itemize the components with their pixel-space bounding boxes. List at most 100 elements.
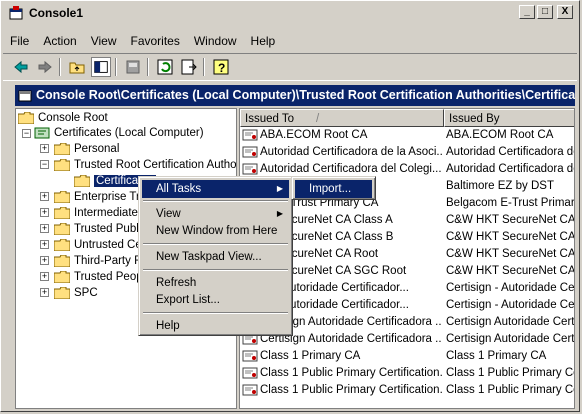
folder-icon	[54, 206, 70, 219]
folder-icon	[18, 111, 34, 124]
list-item[interactable]: Class 1 Public Primary Certification... C…	[240, 382, 575, 399]
list-item[interactable]: ABA.ECOM Root CA ABA.ECOM Root CA	[240, 127, 574, 144]
back-arrow-icon[interactable]	[11, 57, 31, 77]
menu-favorites[interactable]: Favorites	[124, 31, 187, 51]
open-folder-icon	[54, 158, 70, 171]
folder-icon	[54, 142, 70, 155]
console-root-icon	[18, 90, 32, 102]
tree-item-certificates[interactable]: Certificates (Local Computer)	[34, 125, 204, 141]
close-button[interactable]: X	[557, 5, 573, 19]
list-item[interactable]: Autoridad Certificadora de la Asoci... Au…	[240, 144, 575, 161]
window-title: Console1	[29, 6, 84, 20]
tree-item-spc[interactable]: + SPC	[40, 285, 98, 301]
tree-item-trusted-publishers[interactable]: + Trusted Publ	[40, 221, 139, 237]
path-bar: Console Root\Certificates (Local Compute…	[15, 85, 575, 106]
tree-label: Third-Party R	[74, 255, 143, 267]
issued-by-cell: Certisign Autoridade Certif	[446, 316, 575, 328]
tree-label: Untrusted Ce	[74, 239, 142, 251]
expand-toggle[interactable]: +	[40, 256, 49, 265]
show-hide-tree-icon[interactable]	[91, 57, 111, 77]
expand-toggle[interactable]: +	[40, 208, 49, 217]
menu-bar: File Action View Favorites Window Help	[3, 31, 282, 51]
menu-item-export-list[interactable]: Export List...	[142, 291, 289, 309]
menu-item-all-tasks[interactable]: All Tasks ▶	[142, 180, 289, 198]
delete-icon[interactable]	[123, 57, 143, 77]
certificate-icon	[242, 146, 258, 158]
tree-label: Intermediate	[74, 207, 138, 219]
menu-view[interactable]: View	[84, 31, 124, 51]
menu-window[interactable]: Window	[187, 31, 244, 51]
open-folder-icon	[74, 174, 90, 187]
list-item[interactable]: Class 1 Public Primary Certification... C…	[240, 365, 575, 382]
certificate-icon	[242, 163, 258, 175]
sort-indicator-icon: /	[316, 113, 320, 125]
maximize-button[interactable]: □	[537, 5, 553, 19]
column-header-issued-to[interactable]: Issued To /	[240, 109, 444, 127]
tree-item-third-party[interactable]: + Third-Party R	[40, 253, 143, 269]
issued-by-cell: Class 1 Public Primary Cert	[446, 367, 575, 379]
menu-item-refresh[interactable]: Refresh	[142, 274, 289, 292]
collapse-toggle[interactable]: −	[40, 160, 49, 169]
console-window: Console1 _ □ X File Action View Favorite…	[0, 0, 580, 412]
expand-toggle[interactable]: +	[40, 240, 49, 249]
tree-item-intermediate[interactable]: + Intermediate	[40, 205, 138, 221]
certificates-snapin-icon	[34, 127, 50, 139]
context-menu: All Tasks ▶ View ▶ New Window from Here Ne…	[138, 176, 293, 336]
help-icon[interactable]: ?	[211, 57, 231, 77]
collapse-toggle[interactable]: −	[22, 129, 31, 138]
issued-by-cell: C&W HKT SecureNet CA Cl	[446, 231, 575, 243]
tree-label: Enterprise Tr	[74, 191, 140, 203]
folder-icon	[54, 270, 70, 283]
tree-label: Trusted Publ	[74, 223, 139, 235]
forward-arrow-icon[interactable]	[35, 57, 55, 77]
issued-by-cell: Autoridad Certificadora de	[446, 146, 575, 158]
minimize-button[interactable]: _	[519, 5, 535, 19]
expand-toggle[interactable]: +	[40, 272, 49, 281]
issued-by-cell: Class 1 Public Primary Cert	[446, 384, 575, 396]
menu-item-new-window[interactable]: New Window from Here	[142, 222, 289, 240]
submenu-arrow-icon: ▶	[276, 184, 283, 193]
issued-by-cell: C&W HKT SecureNet CA Ro	[446, 248, 575, 260]
toolbar: ?	[3, 53, 577, 81]
menu-help[interactable]: Help	[244, 31, 283, 51]
issued-to-cell: Class 1 Public Primary Certification...	[242, 382, 442, 399]
expand-toggle[interactable]: +	[40, 192, 49, 201]
tree-item-console-root[interactable]: Console Root	[18, 110, 108, 126]
tree-item-personal[interactable]: + Personal	[40, 141, 119, 157]
issued-by-cell: Autoridad Certificadora de	[446, 163, 575, 175]
issued-by-cell: Certisign Autoridade Certif	[446, 333, 575, 345]
folder-icon	[54, 190, 70, 203]
column-header-issued-by[interactable]: Issued By	[444, 109, 574, 127]
certificate-icon	[242, 384, 258, 396]
menu-item-help[interactable]: Help	[142, 317, 289, 335]
mmc-icon	[9, 6, 23, 20]
menu-item-new-taskpad[interactable]: New Taskpad View...	[142, 248, 289, 266]
menu-file[interactable]: File	[3, 31, 36, 51]
up-folder-icon[interactable]	[67, 57, 87, 77]
menu-item-import[interactable]: Import...	[295, 180, 372, 198]
svg-text:?: ?	[218, 61, 225, 75]
menu-item-view[interactable]: View ▶	[142, 205, 289, 223]
issued-by-cell: ABA.ECOM Root CA	[446, 129, 554, 141]
list-item[interactable]: Class 1 Primary CA Class 1 Primary CA	[240, 348, 574, 365]
tree-label: Console Root	[38, 112, 108, 124]
tree-item-untrusted[interactable]: + Untrusted Ce	[40, 237, 142, 253]
tree-item-enterprise-trust[interactable]: + Enterprise Tr	[40, 189, 140, 205]
tree-item-trusted-people[interactable]: + Trusted Peop	[40, 269, 143, 285]
issued-to-cell: Autoridad Certificadora de la Asoci...	[242, 144, 442, 161]
expand-toggle[interactable]: +	[40, 288, 49, 297]
expand-toggle[interactable]: +	[40, 144, 49, 153]
tree-label: Trusted Root Certification Autho	[74, 159, 237, 171]
tree-item-trusted-root[interactable]: − Trusted Root Certification Autho	[40, 157, 237, 173]
menu-action[interactable]: Action	[36, 31, 83, 51]
tree-label: Trusted Peop	[74, 271, 143, 283]
certificate-icon	[242, 350, 258, 362]
issued-by-cell: Certisign - Autoridade Cert	[446, 299, 575, 311]
expand-toggle[interactable]: +	[40, 224, 49, 233]
issued-by-cell: Certisign - Autoridade Cert	[446, 282, 575, 294]
export-list-icon[interactable]	[179, 57, 199, 77]
issued-by-cell: Class 1 Primary CA	[446, 350, 547, 362]
folder-icon	[54, 238, 70, 251]
refresh-icon[interactable]	[155, 57, 175, 77]
title-bar[interactable]: Console1 _ □ X	[3, 3, 577, 23]
